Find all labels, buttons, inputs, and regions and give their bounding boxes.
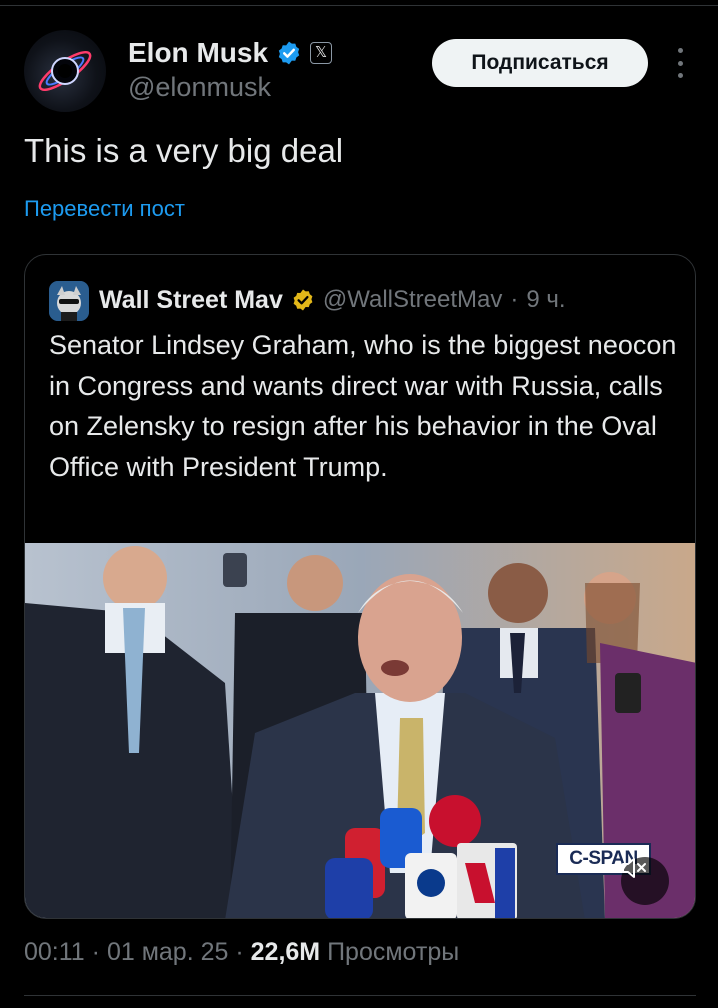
post-date[interactable]: 01 мар. 25 bbox=[107, 938, 228, 966]
more-vertical-icon[interactable] bbox=[670, 48, 690, 78]
volume-muted-icon bbox=[622, 858, 646, 878]
quoted-text: Senator Lindsey Graham, who is the bigge… bbox=[49, 330, 677, 482]
views-count: 22,6M bbox=[250, 938, 321, 966]
quoted-post[interactable]: Wall Street Mav @WallStreetMav · 9 ч. Se… bbox=[24, 254, 696, 919]
quoted-separator: · bbox=[510, 286, 519, 313]
post-text: This is a very big deal bbox=[24, 132, 344, 169]
author-name-row: Elon Musk 𝕏 bbox=[128, 36, 333, 70]
author-handle[interactable]: @elonmusk bbox=[128, 72, 271, 103]
quoted-header: Wall Street Mav @WallStreetMav · 9 ч. bbox=[99, 283, 566, 317]
video-player[interactable]: C-SPAN bbox=[25, 543, 695, 918]
blackhole-avatar-icon bbox=[38, 51, 92, 91]
x-logo-icon[interactable]: 𝕏 bbox=[310, 42, 333, 64]
verified-badge-icon[interactable] bbox=[276, 40, 302, 66]
wolf-avatar-icon bbox=[49, 281, 89, 321]
author-avatar[interactable] bbox=[24, 30, 106, 112]
top-divider bbox=[0, 5, 718, 6]
post-time[interactable]: 00:11 bbox=[24, 938, 85, 966]
meta-separator: · bbox=[235, 938, 244, 966]
verified-gold-badge-icon[interactable] bbox=[291, 288, 315, 312]
quoted-author-handle[interactable]: @WallStreetMav bbox=[323, 286, 503, 314]
author-name[interactable]: Elon Musk bbox=[128, 37, 268, 69]
mute-button[interactable] bbox=[621, 857, 669, 905]
translate-post-link[interactable]: Перевести пост bbox=[24, 196, 185, 222]
post-metadata: 00:11 · 01 мар. 25 · 22,6M Просмотры bbox=[24, 938, 459, 967]
follow-button[interactable]: Подписаться bbox=[432, 39, 648, 87]
views-label: Просмотры bbox=[327, 938, 460, 966]
quoted-author-name[interactable]: Wall Street Mav bbox=[99, 286, 283, 315]
meta-separator: · bbox=[91, 938, 100, 966]
quoted-timestamp[interactable]: 9 ч. bbox=[526, 286, 565, 314]
quoted-author-avatar[interactable] bbox=[49, 281, 89, 321]
bottom-divider bbox=[24, 995, 696, 996]
